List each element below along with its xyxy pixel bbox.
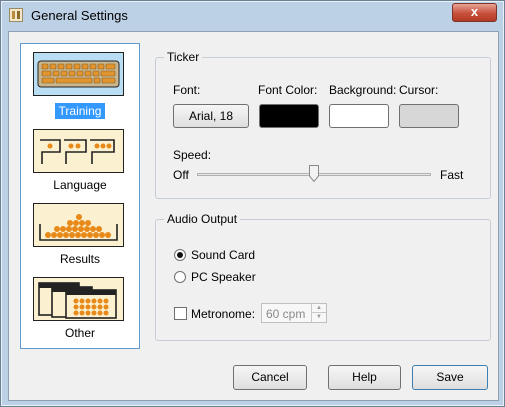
sidebar-item-training[interactable]: Training (21, 52, 139, 122)
speed-slider-thumb[interactable] (309, 165, 319, 183)
general-settings-window: General Settings x Training Language Res… (0, 0, 505, 407)
title-bar[interactable]: General Settings x (2, 2, 503, 30)
speed-min-label: Off (173, 168, 189, 182)
close-button[interactable]: x (452, 3, 497, 22)
font-select-button[interactable]: Arial, 18 (173, 104, 249, 128)
metronome-label[interactable]: Metronome: (191, 307, 255, 321)
cursor-color-swatch[interactable] (399, 104, 459, 128)
close-icon: x (470, 4, 479, 19)
sound-card-label[interactable]: Sound Card (191, 248, 255, 262)
pc-speaker-radio[interactable] (174, 271, 186, 283)
sidebar-item-language[interactable]: Language (21, 129, 139, 195)
pc-speaker-label[interactable]: PC Speaker (191, 270, 256, 284)
sidebar-item-other[interactable]: Other (21, 277, 139, 343)
audio-output-group-title: Audio Output (164, 212, 241, 226)
cursor-label: Cursor: (399, 83, 439, 97)
speed-max-label: Fast (440, 168, 464, 182)
other-icon (33, 277, 124, 321)
category-sidebar: Training Language Results Other (20, 43, 140, 349)
window-title: General Settings (31, 8, 128, 23)
metronome-checkbox[interactable] (174, 307, 187, 320)
cancel-button[interactable]: Cancel (233, 365, 307, 390)
font-color-swatch[interactable] (259, 104, 319, 128)
metronome-rate-value[interactable]: 60 cpm (266, 307, 305, 321)
sidebar-item-label: Other (64, 326, 95, 340)
results-icon (33, 203, 124, 247)
language-icon (33, 129, 124, 173)
sidebar-item-results[interactable]: Results (21, 203, 139, 269)
ticker-group-title: Ticker (164, 50, 203, 64)
sidebar-item-label: Training (54, 103, 106, 119)
dialog-client-area: Training Language Results Other Ticker F… (8, 31, 499, 401)
metronome-rate-stepper[interactable]: 60 cpm ▲ ▼ (261, 303, 327, 323)
background-color-swatch[interactable] (329, 104, 389, 128)
app-icon (9, 8, 23, 22)
spin-down-icon[interactable]: ▼ (311, 313, 326, 322)
sidebar-item-label: Language (53, 178, 107, 192)
keyboard-icon (33, 52, 124, 96)
spin-up-icon[interactable]: ▲ (311, 304, 326, 313)
sidebar-item-label: Results (59, 252, 100, 266)
font-color-label: Font Color: (258, 83, 318, 97)
help-button[interactable]: Help (328, 365, 401, 390)
speed-label: Speed: (173, 148, 212, 162)
save-button[interactable]: Save (412, 365, 488, 390)
background-label: Background: (329, 83, 397, 97)
sound-card-radio[interactable] (174, 249, 186, 261)
font-label: Font: (173, 83, 201, 97)
